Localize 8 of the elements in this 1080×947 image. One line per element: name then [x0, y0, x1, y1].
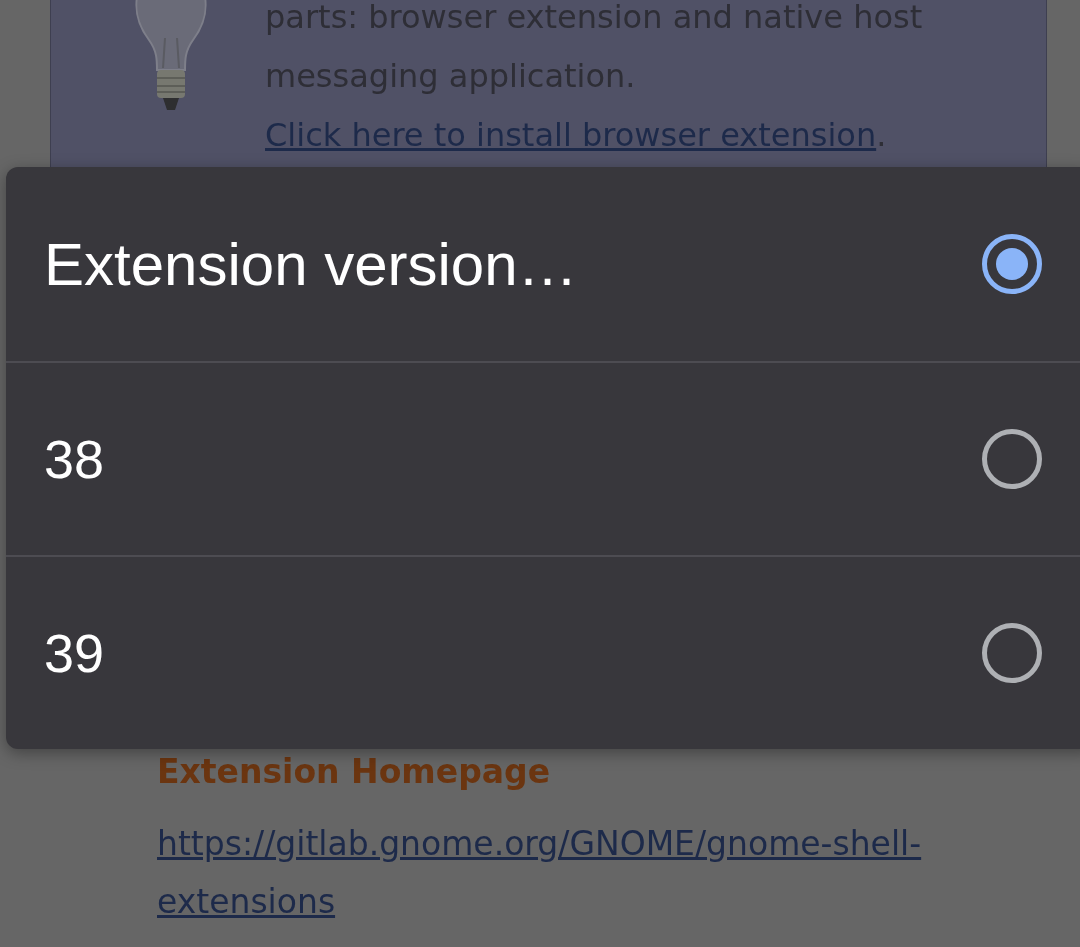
section-heading: Extension Homepage	[157, 752, 552, 791]
radio-button[interactable]	[982, 429, 1042, 489]
radio-button[interactable]	[982, 623, 1042, 683]
version-option[interactable]: Extension version…	[6, 167, 1080, 361]
radio-button[interactable]	[982, 234, 1042, 294]
version-option[interactable]: 39	[6, 555, 1080, 749]
period-text: .	[876, 116, 887, 154]
version-option[interactable]: 38	[6, 361, 1080, 555]
